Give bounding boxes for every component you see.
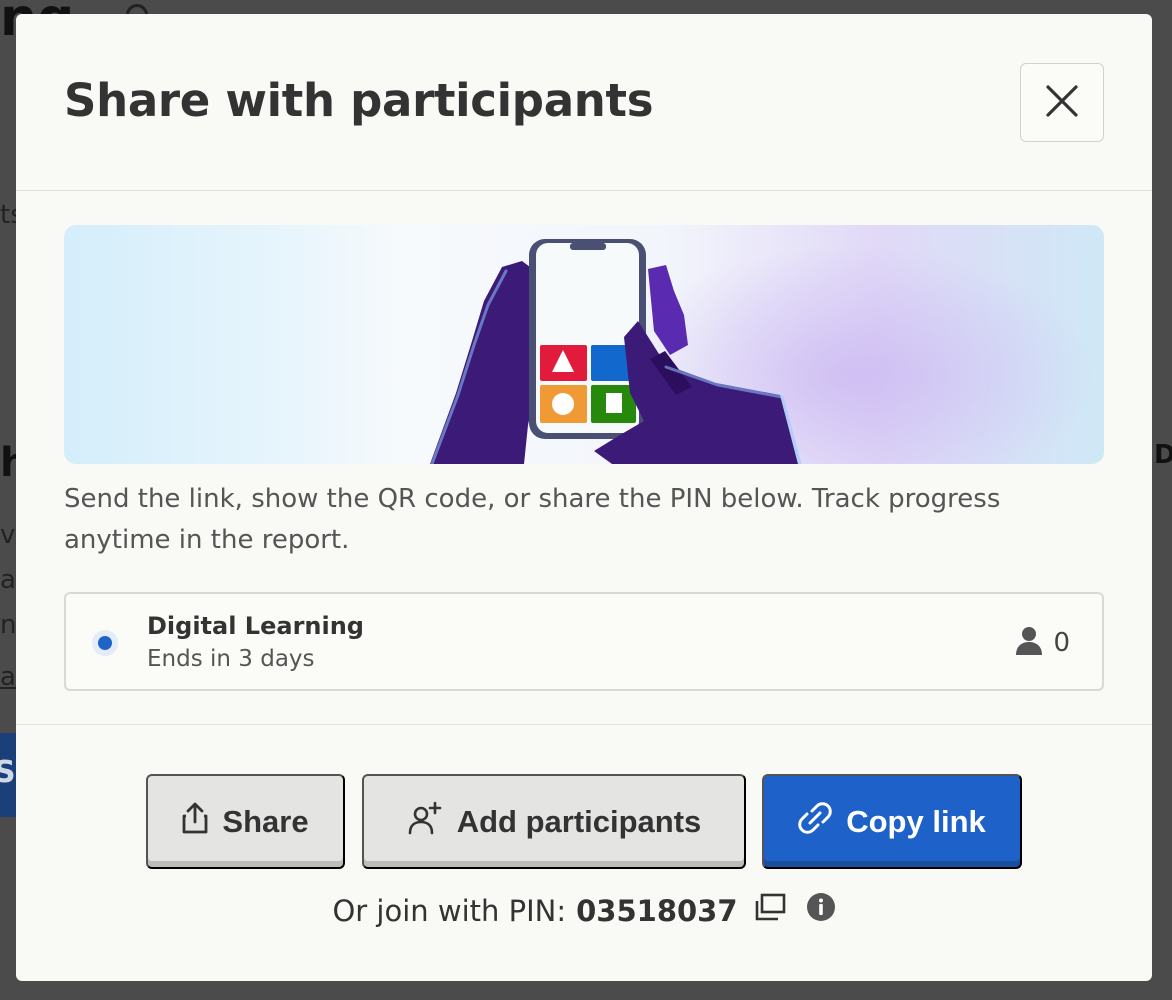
status-dot-icon xyxy=(92,630,118,656)
modal-title: Share with participants xyxy=(64,74,654,127)
participant-count: 0 xyxy=(1053,628,1070,658)
copy-link-label: Copy link xyxy=(846,803,986,839)
background-text-fragment: a xyxy=(0,662,16,692)
share-modal: Share with participants Send the link, s… xyxy=(16,14,1152,981)
phone-in-hands-illustration xyxy=(430,239,1094,464)
copy-pin-button[interactable] xyxy=(754,893,786,928)
background-text-fragment: S xyxy=(0,755,16,790)
share-label: Share xyxy=(222,803,309,839)
background-text-fragment: D xyxy=(1154,440,1172,470)
share-button[interactable]: Share xyxy=(146,774,345,869)
link-icon xyxy=(798,801,832,843)
person-icon xyxy=(1015,626,1043,660)
header-divider xyxy=(16,190,1152,191)
footer-divider xyxy=(16,724,1152,725)
copy-icon xyxy=(754,893,786,928)
pin-row: Or join with PIN: 03518037 xyxy=(16,892,1152,929)
hero-illustration xyxy=(64,225,1104,464)
background-button-fragment: S xyxy=(0,733,16,817)
add-participants-button[interactable]: Add participants xyxy=(362,774,746,869)
session-card: Digital Learning Ends in 3 days 0 xyxy=(64,592,1104,691)
session-ends: Ends in 3 days xyxy=(147,646,315,672)
background-text-fragment: v xyxy=(0,520,16,550)
participant-counter: 0 xyxy=(1015,626,1070,660)
add-person-icon xyxy=(407,801,443,843)
info-icon xyxy=(806,892,836,929)
session-name: Digital Learning xyxy=(147,612,364,640)
pin-value: 03518037 xyxy=(576,893,738,928)
close-icon xyxy=(1045,84,1079,121)
add-participants-label: Add participants xyxy=(456,803,702,839)
modal-header: Share with participants xyxy=(16,14,1152,191)
copy-link-button[interactable]: Copy link xyxy=(762,774,1022,869)
share-upload-icon xyxy=(182,802,208,842)
close-button[interactable] xyxy=(1020,63,1104,142)
pin-prefix: Or join with PIN: xyxy=(332,893,567,928)
pin-info-button[interactable] xyxy=(806,892,836,929)
share-description: Send the link, show the QR code, or shar… xyxy=(64,484,1001,555)
